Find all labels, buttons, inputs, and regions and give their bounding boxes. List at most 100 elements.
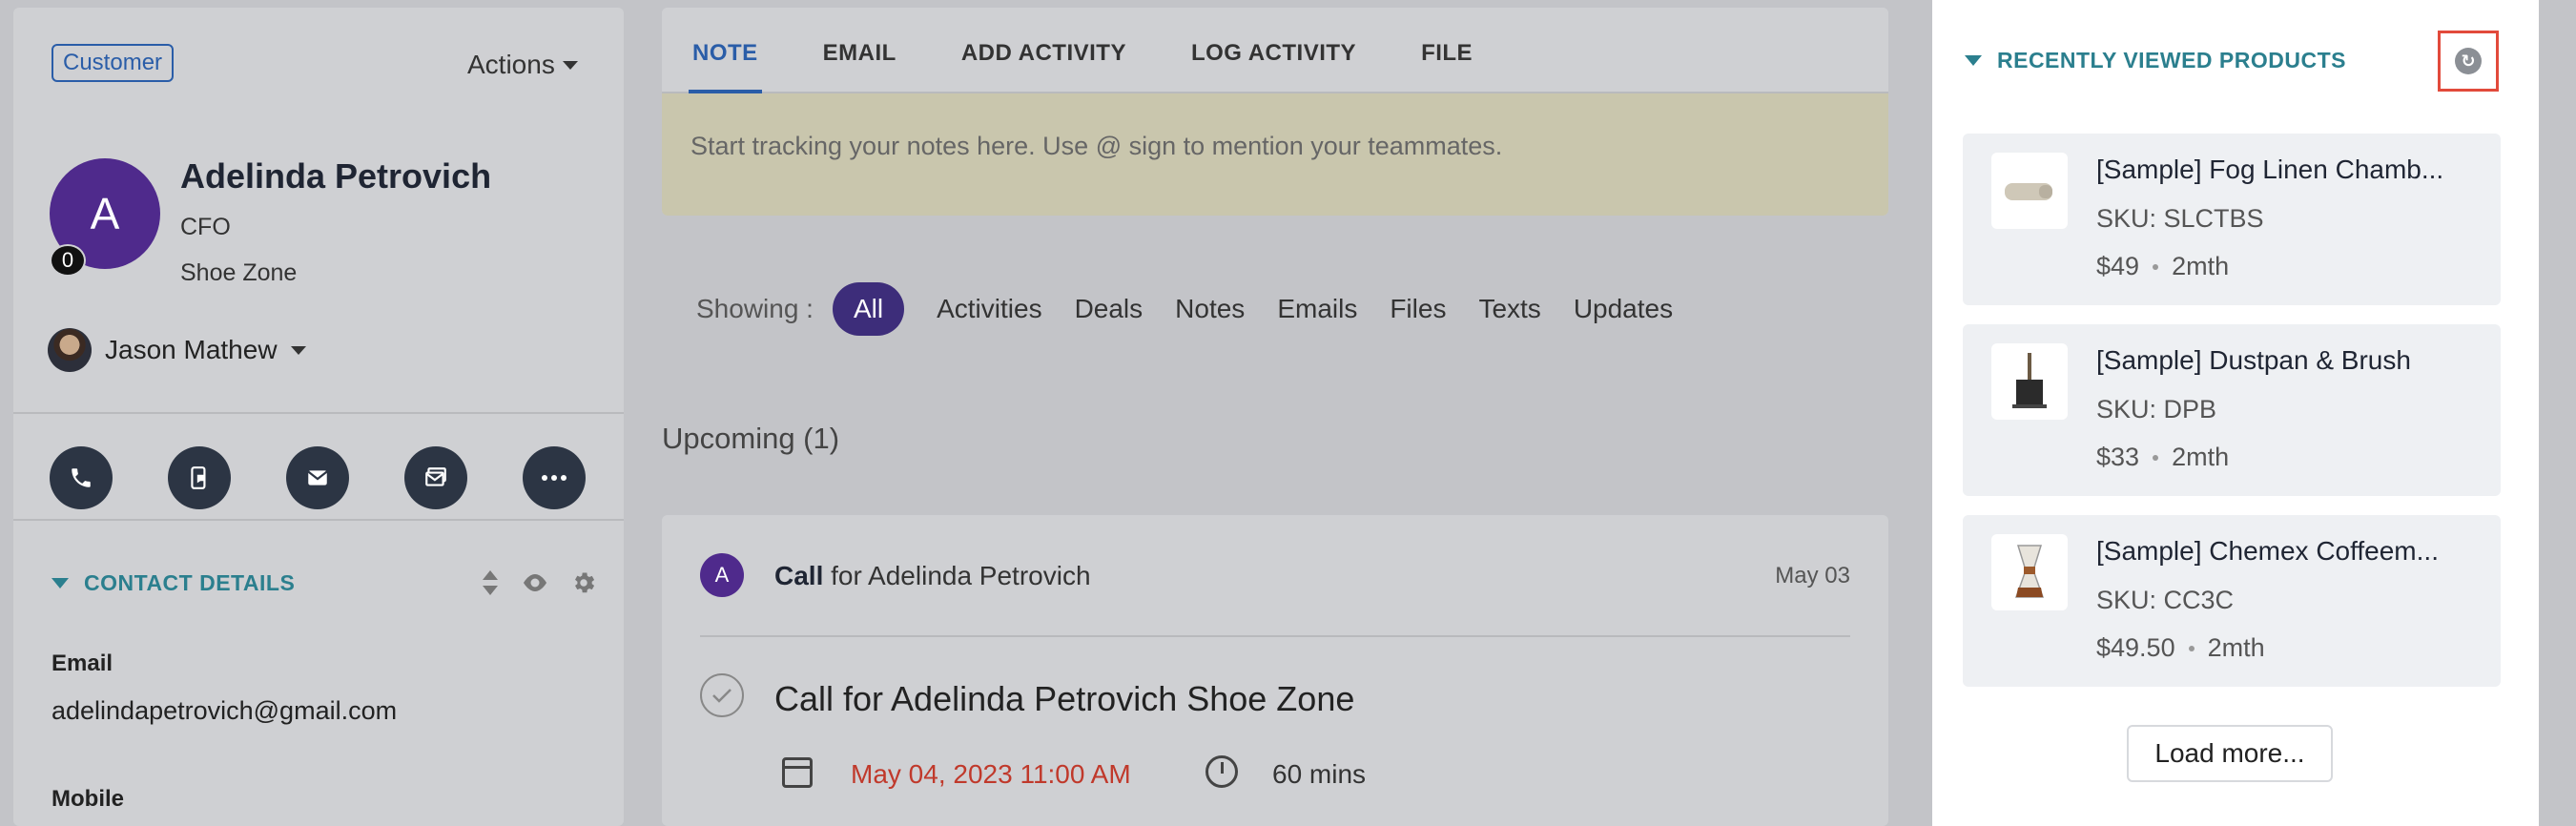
product-card[interactable]: [Sample] Fog Linen Chamb... SKU: SLCTBS … (1963, 134, 2501, 305)
activity-card: A Call for Adelinda Petrovich May 03 Cal… (662, 515, 1888, 826)
activity-header: Call for Adelinda Petrovich (774, 561, 1091, 591)
filter-emails[interactable]: Emails (1277, 294, 1357, 324)
filter-activities[interactable]: Activities (937, 294, 1041, 324)
more-button[interactable] (523, 446, 586, 509)
email-icon (307, 470, 328, 485)
product-price: $49.50 (2096, 633, 2175, 662)
email-button[interactable] (286, 446, 349, 509)
product-thumbnail (1991, 534, 2068, 610)
timeline-filters: Showing : All Activities Deals Notes Ema… (696, 282, 1673, 336)
tab-add-activity[interactable]: ADD ACTIVITY (961, 40, 1126, 92)
customer-badge: Customer (52, 44, 175, 82)
mobile-label: Mobile (52, 786, 124, 812)
product-card[interactable]: [Sample] Dustpan & Brush SKU: DPB $33 2m… (1963, 324, 2501, 496)
product-price: $49 (2096, 252, 2140, 280)
sms-button[interactable] (168, 446, 231, 509)
contact-title: CFO (180, 214, 231, 240)
divider (13, 412, 624, 414)
activity-title[interactable]: Call for Adelinda Petrovich Shoe Zone (774, 679, 1354, 719)
divider (13, 519, 624, 521)
owner-name: Jason Mathew (105, 335, 278, 364)
activity-duration: 60 mins (1272, 759, 1367, 789)
separator-dot (2188, 645, 2195, 651)
email-label: Email (52, 650, 113, 676)
contact-card: Customer Actions A 0 Adelinda Petrovich … (13, 8, 624, 826)
calendar-icon (782, 757, 813, 788)
sms-icon (191, 466, 206, 489)
upcoming-heading: Upcoming (1) (662, 422, 840, 455)
contact-details-tools (481, 568, 597, 597)
product-sku: SKU: DPB (2096, 395, 2217, 423)
activity-avatar: A (700, 553, 744, 597)
chevron-down-icon (562, 60, 578, 70)
product-age: 2mth (2172, 252, 2230, 280)
product-meta: $49.50 2mth (2096, 633, 2265, 663)
avatar-count-badge: 0 (50, 244, 86, 277)
product-thumbnail (1991, 343, 2068, 420)
activity-date: May 03 (1775, 563, 1850, 589)
divider (700, 635, 1850, 637)
check-icon (712, 689, 732, 703)
load-more-button[interactable]: Load more... (2127, 725, 2333, 782)
contact-name: Adelinda Petrovich (180, 156, 492, 196)
refresh-button[interactable]: ↻ (2438, 31, 2499, 92)
sequence-icon (425, 467, 446, 486)
tab-email[interactable]: EMAIL (823, 40, 896, 92)
recently-viewed-toggle[interactable]: RECENTLY VIEWED PRODUCTS (1965, 48, 2346, 73)
product-sku: SKU: CC3C (2096, 586, 2235, 614)
separator-dot (2153, 454, 2159, 461)
product-name: [Sample] Dustpan & Brush (2096, 345, 2411, 375)
email-value[interactable]: adelindapetrovich@gmail.com (52, 696, 397, 726)
filter-all[interactable]: All (832, 282, 905, 336)
product-price: $33 (2096, 443, 2140, 471)
actions-dropdown[interactable]: Actions (467, 50, 578, 80)
recently-viewed-title: RECENTLY VIEWED PRODUCTS (1997, 48, 2346, 72)
tab-file[interactable]: FILE (1421, 40, 1473, 92)
caret-down-icon (1965, 55, 1982, 66)
tab-note[interactable]: NOTE (689, 40, 762, 93)
product-meta: $49 2mth (2096, 252, 2229, 281)
refresh-icon: ↻ (2455, 48, 2482, 74)
avatar-initial: A (90, 189, 120, 238)
gear-icon[interactable] (570, 569, 597, 596)
product-meta: $33 2mth (2096, 443, 2229, 472)
activity-for: for Adelinda Petrovich (831, 561, 1091, 590)
note-input[interactable]: Start tracking your notes here. Use @ si… (662, 93, 1888, 216)
filter-updates[interactable]: Updates (1574, 294, 1673, 324)
product-age: 2mth (2172, 443, 2230, 471)
sort-icon[interactable] (481, 568, 500, 597)
separator-dot (2153, 263, 2159, 270)
filter-label: Showing : (696, 294, 814, 323)
eye-icon[interactable] (521, 572, 549, 593)
activity-type: Call (774, 561, 824, 590)
filter-files[interactable]: Files (1390, 294, 1446, 324)
recently-viewed-panel: RECENTLY VIEWED PRODUCTS ↻ [Sample] Fog … (1932, 0, 2539, 826)
contact-details-toggle[interactable]: CONTACT DETAILS (52, 570, 295, 596)
product-name: [Sample] Fog Linen Chamb... (2096, 155, 2444, 184)
complete-check-button[interactable] (700, 673, 744, 717)
activity-due-date: May 04, 2023 11:00 AM (851, 759, 1131, 789)
clock-icon (1206, 755, 1238, 788)
phone-icon (72, 468, 91, 487)
chevron-down-icon (290, 345, 306, 355)
contact-details-title: CONTACT DETAILS (84, 570, 296, 595)
sequence-button[interactable] (404, 446, 467, 509)
product-age: 2mth (2207, 633, 2265, 662)
activity-composer: NOTE EMAIL ADD ACTIVITY LOG ACTIVITY FIL… (662, 8, 1888, 216)
filter-deals[interactable]: Deals (1075, 294, 1144, 324)
actions-label: Actions (467, 50, 555, 79)
contact-company[interactable]: Shoe Zone (180, 259, 297, 287)
filter-notes[interactable]: Notes (1175, 294, 1245, 324)
tab-log-activity[interactable]: LOG ACTIVITY (1191, 40, 1356, 92)
owner-selector[interactable]: Jason Mathew (48, 328, 306, 372)
owner-avatar (48, 328, 92, 372)
product-card[interactable]: [Sample] Chemex Coffeem... SKU: CC3C $49… (1963, 515, 2501, 687)
composer-tabs: NOTE EMAIL ADD ACTIVITY LOG ACTIVITY FIL… (662, 8, 1888, 93)
more-icon (542, 475, 567, 481)
product-sku: SKU: SLCTBS (2096, 204, 2264, 233)
filter-texts[interactable]: Texts (1478, 294, 1540, 324)
product-thumbnail (1991, 153, 2068, 229)
caret-down-icon (52, 578, 69, 589)
product-name: [Sample] Chemex Coffeem... (2096, 536, 2439, 566)
phone-button[interactable] (50, 446, 113, 509)
